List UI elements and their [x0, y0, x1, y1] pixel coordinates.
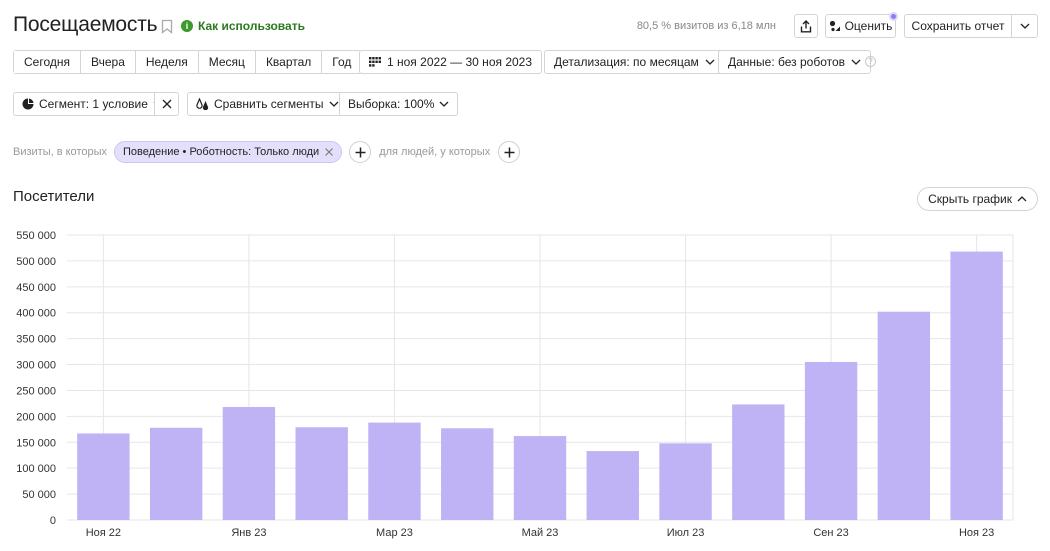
period-week[interactable]: Неделя — [135, 51, 199, 73]
how-to-use-link[interactable]: i Как использовать — [181, 19, 305, 33]
bar — [149, 427, 203, 520]
pie-chart-icon — [22, 98, 34, 110]
bookmark-icon[interactable] — [161, 19, 173, 34]
share-button[interactable] — [794, 14, 818, 38]
notification-dot — [889, 12, 898, 21]
segment-dropdown[interactable]: Сегмент: 1 условие — [13, 92, 172, 116]
segment-label: Сегмент: 1 условие — [39, 97, 148, 111]
condition-chip-label: Поведение • Роботность: Только люди — [123, 146, 320, 158]
x-tick-label: Май 23 — [522, 527, 559, 539]
y-tick-label: 300 000 — [16, 360, 56, 372]
y-tick-label: 150 000 — [16, 437, 56, 449]
chevron-down-icon — [439, 101, 449, 107]
people-condition-label: для людей, у которых — [379, 146, 491, 158]
add-visit-condition-button[interactable] — [349, 141, 372, 163]
period-year[interactable]: Год — [322, 51, 362, 73]
x-tick-label: Июл 23 — [667, 527, 705, 539]
bar — [368, 422, 421, 520]
y-tick-label: 100 000 — [16, 463, 56, 475]
period-quarter[interactable]: Квартал — [255, 51, 323, 73]
bar — [295, 427, 348, 520]
sample-label: Выборка: 100% — [348, 97, 435, 111]
compare-segments-icon — [196, 98, 209, 110]
share-icon — [800, 19, 812, 32]
period-today[interactable]: Сегодня — [14, 51, 81, 73]
bar — [659, 443, 712, 520]
sample-dropdown[interactable]: Выборка: 100% — [339, 92, 459, 116]
x-tick-label: Мар 23 — [376, 527, 413, 539]
date-range-label: 1 ноя 2022 — 30 ноя 2023 — [387, 55, 533, 69]
visitors-bar-chart: 0 50 000 100 000 150 000 200 000 250 000 300 0… — [16, 230, 1014, 539]
y-tick-label: 50 000 — [22, 489, 56, 501]
y-tick-label: 200 000 — [16, 411, 56, 423]
page-title: Посещаемость — [13, 13, 158, 36]
y-tick-label: 450 000 — [16, 282, 56, 294]
hide-chart-label: Скрыть график — [928, 192, 1012, 206]
segment-conditions: Визиты, в которых Поведение • Роботность… — [13, 140, 521, 164]
bar — [804, 361, 858, 520]
plus-icon — [355, 147, 366, 157]
close-icon — [162, 99, 171, 109]
detail-label: Детализация: по месяцам — [554, 55, 699, 69]
clear-segment-button[interactable] — [154, 92, 179, 116]
x-tick-label: Ноя 22 — [86, 527, 121, 539]
bar — [586, 451, 639, 520]
rate-label: Оценить — [844, 19, 893, 33]
period-yesterday[interactable]: Вчера — [81, 51, 136, 73]
add-people-condition-button[interactable] — [498, 141, 521, 163]
compare-segments-label: Сравнить сегменты — [214, 97, 324, 111]
visits-note: 80,5 % визитов из 6,18 млн — [636, 20, 776, 32]
rate-icon — [829, 20, 840, 32]
chevron-down-icon — [705, 59, 715, 65]
data-filter-dropdown[interactable]: Данные: без роботов — [718, 50, 872, 74]
help-icon[interactable]: ? — [865, 56, 876, 67]
date-range-picker[interactable]: 1 ноя 2022 — 30 ноя 2023 — [359, 50, 543, 74]
x-tick-label: Янв 23 — [231, 527, 266, 539]
chevron-up-icon — [1017, 196, 1027, 202]
bar — [77, 433, 130, 520]
how-to-use-label: Как использовать — [198, 19, 305, 33]
x-tick-label: Ноя 23 — [959, 527, 994, 539]
data-filter-label: Данные: без роботов — [728, 55, 846, 69]
chevron-down-icon — [1020, 23, 1029, 29]
y-tick-label: 250 000 — [16, 385, 56, 397]
bar — [950, 251, 1003, 520]
plus-icon — [504, 147, 515, 157]
visits-condition-label: Визиты, в которых — [13, 146, 107, 158]
chart-title: Посетители — [13, 188, 95, 205]
y-tick-label: 0 — [50, 515, 56, 527]
detail-dropdown[interactable]: Детализация: по месяцам — [544, 50, 725, 74]
condition-chip[interactable]: Поведение • Роботность: Только люди — [114, 141, 343, 163]
chevron-down-icon — [851, 59, 861, 65]
bar — [441, 428, 494, 520]
y-tick-label: 350 000 — [16, 334, 56, 346]
bar — [877, 311, 931, 520]
save-report-menu-button[interactable] — [1011, 14, 1038, 38]
x-tick-label: Сен 23 — [813, 527, 848, 539]
chevron-down-icon — [329, 101, 338, 107]
period-selector: Сегодня Вчера Неделя Месяц Квартал Год — [13, 50, 363, 74]
info-icon: i — [181, 20, 193, 32]
y-tick-label: 500 000 — [16, 256, 56, 268]
close-icon[interactable] — [325, 148, 334, 156]
save-report-button[interactable]: Сохранить отчет — [904, 14, 1012, 38]
y-tick-label: 400 000 — [16, 308, 56, 320]
bar — [222, 407, 276, 520]
calendar-grid-icon — [369, 57, 381, 67]
bar — [513, 436, 567, 520]
y-tick-label: 550 000 — [16, 230, 56, 242]
bar — [732, 404, 785, 520]
period-month[interactable]: Месяц — [198, 51, 256, 73]
hide-chart-button[interactable]: Скрыть график — [917, 187, 1038, 211]
rate-button[interactable]: Оценить — [825, 12, 898, 38]
report-header: Посещаемость i Как использовать 80,5 % в… — [13, 8, 1038, 42]
compare-segments-dropdown[interactable]: Сравнить сегменты — [187, 92, 348, 116]
